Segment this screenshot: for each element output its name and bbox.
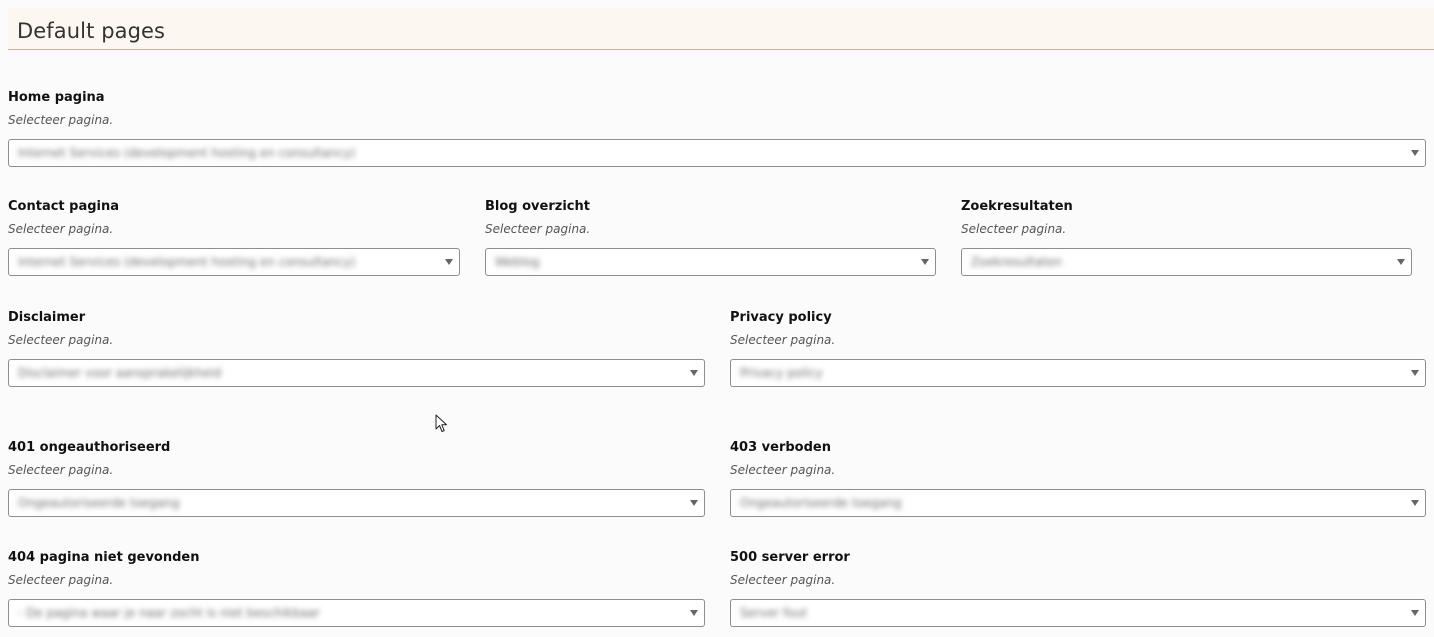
- field-404-not-found: 404 pagina niet gevonden Selecteer pagin…: [8, 550, 705, 627]
- not-found-404-select[interactable]: - De pagina waar je naar zocht is niet b…: [8, 599, 705, 627]
- chevron-down-icon: [690, 370, 698, 376]
- field-hint: Selecteer pagina.: [8, 463, 114, 477]
- search-results-select[interactable]: Zoekresultaten: [961, 248, 1412, 276]
- select-value: Disclaimer voor aansprakelijkheid: [18, 366, 222, 380]
- blog-overview-select[interactable]: Weblog: [485, 248, 936, 276]
- field-label: Home pagina: [8, 90, 105, 105]
- chevron-down-icon: [1411, 610, 1419, 616]
- field-label: Disclaimer: [8, 310, 86, 325]
- contact-page-select[interactable]: Internet Services (development hosting e…: [8, 248, 460, 276]
- field-label: 403 verboden: [730, 440, 831, 455]
- chevron-down-icon: [1397, 259, 1405, 265]
- field-hint: Selecteer pagina.: [730, 333, 836, 347]
- select-value: Privacy policy: [740, 366, 823, 380]
- select-value: Server fout: [740, 606, 808, 620]
- field-search-results: Zoekresultaten Selecteer pagina. Zoekres…: [961, 199, 1412, 276]
- field-label: Contact pagina: [8, 199, 120, 214]
- field-403-forbidden: 403 verboden Selecteer pagina. Ongeautor…: [730, 440, 1426, 517]
- select-value: Internet Services (development hosting e…: [18, 255, 356, 269]
- field-hint: Selecteer pagina.: [730, 573, 836, 587]
- section-title: Default pages: [17, 19, 166, 43]
- chevron-down-icon: [1411, 150, 1419, 156]
- field-hint: Selecteer pagina.: [8, 573, 114, 587]
- select-value: Ongeautoriseerde toegang: [740, 496, 902, 510]
- field-hint: Selecteer pagina.: [8, 333, 114, 347]
- field-hint: Selecteer pagina.: [485, 222, 591, 236]
- select-value: Weblog: [495, 255, 540, 269]
- field-contact-page: Contact pagina Selecteer pagina. Interne…: [8, 199, 460, 276]
- disclaimer-select[interactable]: Disclaimer voor aansprakelijkheid: [8, 359, 705, 387]
- unauthorized-401-select[interactable]: Ongeautoriseerde toegang: [8, 489, 705, 517]
- field-label: Privacy policy: [730, 310, 832, 325]
- chevron-down-icon: [921, 259, 929, 265]
- mouse-pointer-icon: [435, 414, 447, 432]
- field-label: 401 ongeauthoriseerd: [8, 440, 171, 455]
- field-500-server-error: 500 server error Selecteer pagina. Serve…: [730, 550, 1426, 627]
- field-privacy-policy: Privacy policy Selecteer pagina. Privacy…: [730, 310, 1426, 387]
- field-401-unauthorized: 401 ongeauthoriseerd Selecteer pagina. O…: [8, 440, 705, 517]
- field-label: 500 server error: [730, 550, 850, 565]
- field-label: 404 pagina niet gevonden: [8, 550, 200, 565]
- field-hint: Selecteer pagina.: [8, 222, 114, 236]
- chevron-down-icon: [690, 610, 698, 616]
- server-error-500-select[interactable]: Server fout: [730, 599, 1426, 627]
- select-value: Ongeautoriseerde toegang: [18, 496, 180, 510]
- select-value: Zoekresultaten: [971, 255, 1062, 269]
- forbidden-403-select[interactable]: Ongeautoriseerde toegang: [730, 489, 1426, 517]
- field-disclaimer: Disclaimer Selecteer pagina. Disclaimer …: [8, 310, 705, 387]
- field-hint: Selecteer pagina.: [961, 222, 1067, 236]
- home-page-select[interactable]: Internet Services (development hosting e…: [8, 139, 1426, 167]
- chevron-down-icon: [1411, 370, 1419, 376]
- chevron-down-icon: [1411, 500, 1419, 506]
- chevron-down-icon: [690, 500, 698, 506]
- chevron-down-icon: [445, 259, 453, 265]
- privacy-policy-select[interactable]: Privacy policy: [730, 359, 1426, 387]
- field-blog-overview: Blog overzicht Selecteer pagina. Weblog: [485, 199, 936, 276]
- field-hint: Selecteer pagina.: [8, 113, 114, 127]
- select-value: - De pagina waar je naar zocht is niet b…: [18, 606, 320, 620]
- field-hint: Selecteer pagina.: [730, 463, 836, 477]
- select-value: Internet Services (development hosting e…: [18, 146, 356, 160]
- field-label: Zoekresultaten: [961, 199, 1073, 214]
- field-label: Blog overzicht: [485, 199, 590, 214]
- field-home-page: Home pagina Selecteer pagina. Internet S…: [8, 90, 1426, 167]
- section-header: Default pages: [8, 8, 1434, 50]
